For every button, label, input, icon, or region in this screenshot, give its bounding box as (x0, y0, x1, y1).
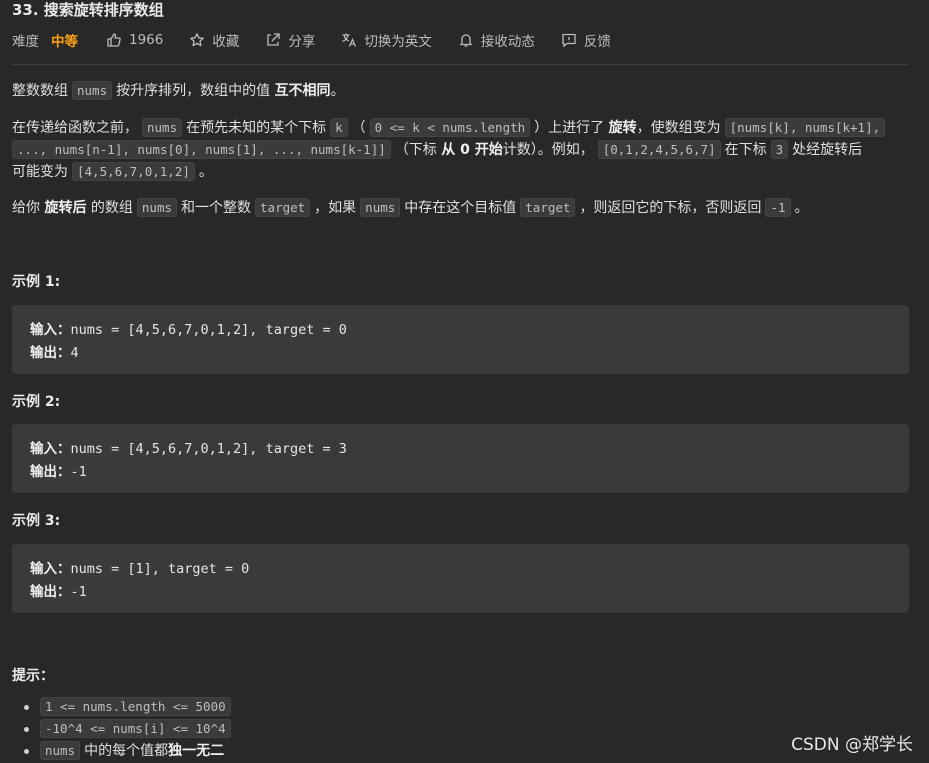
hint-item: nums 中的每个值都独一无二 (24, 740, 235, 762)
bell-icon (459, 34, 473, 47)
description-paragraph-2-line-2: ..., nums[n-1], nums[0], nums[1], ..., n… (12, 139, 862, 161)
example-output: 输出：-1 (30, 584, 87, 600)
feedback-label: 反馈 (583, 34, 611, 50)
collect-label: 收藏 (212, 34, 240, 50)
inline-code: ..., nums[n-1], nums[0], nums[1], ..., n… (12, 140, 391, 159)
example-input: 输入：nums = [1], target = 0 (30, 561, 250, 577)
inline-code: k (330, 118, 348, 137)
inline-code: target (520, 198, 576, 217)
notify-label: 接收动态 (480, 34, 535, 50)
like-count: 1966 (129, 32, 164, 48)
description-paragraph-3: 给你 旋转后 的数组 nums 和一个整数 target ，如果 nums 中存在这个目标值… (12, 198, 809, 217)
inline-code: 3 (770, 140, 789, 159)
example-2-block: 输入：nums = [4,5,6,7,0,1,2], target = 3 输出… (12, 424, 909, 493)
thumbs-up-icon (107, 33, 121, 47)
example-input: 输入：nums = [4,5,6,7,0,1,2], target = 0 (30, 322, 347, 338)
example-output: 输出：4 (30, 345, 79, 361)
example-1-block: 输入：nums = [4,5,6,7,0,1,2], target = 0 输出… (12, 305, 909, 374)
description-paragraph-2-line-1: 在传递给函数之前， nums 在预先未知的某个下标 k （0 <= k < nums.l… (12, 117, 889, 139)
inline-code: nums (142, 118, 183, 137)
share-button[interactable]: 分享 (265, 30, 315, 50)
hint-item: -10^4 <= nums[i] <= 10^4 (24, 718, 235, 740)
share-icon (267, 33, 281, 46)
feedback-button[interactable]: 反馈 (561, 30, 611, 50)
like-button[interactable]: 1966 (106, 32, 163, 48)
example-input: 输入：nums = [4,5,6,7,0,1,2], target = 3 (30, 441, 347, 457)
watermark: CSDN @郑学长 (791, 735, 913, 755)
example-3-block: 输入：nums = [1], target = 0 输出：-1 (12, 544, 909, 613)
example-output: 输出：-1 (30, 464, 87, 480)
translate-label: 切换为英文 (364, 34, 432, 50)
description-paragraph-2-line-3: 可能变为 [4,5,6,7,0,1,2]。 (12, 162, 213, 181)
inline-code: nums (40, 741, 81, 760)
collect-button[interactable]: 收藏 (189, 30, 239, 50)
description-paragraph-1: 整数数组 nums 按升序排列，数组中的值 互不相同。 (12, 81, 345, 100)
inline-code: target (255, 198, 311, 217)
problem-title: 33. 搜索旋转排序数组 (12, 1, 164, 19)
hint-item: 1 <= nums.length <= 5000 (24, 696, 235, 718)
example-1-heading: 示例 1: (12, 274, 61, 290)
problem-meta-bar: 难度 中等 1966 收藏 分享 切换为英文 接收动态 反馈 (12, 30, 637, 50)
star-icon (190, 33, 205, 47)
inline-code: 1 <= nums.length <= 5000 (40, 697, 231, 716)
inline-code: -1 (765, 198, 791, 217)
inline-code: [4,5,6,7,0,1,2] (72, 162, 195, 181)
inline-code: nums (360, 198, 401, 217)
notify-button[interactable]: 接收动态 (458, 30, 535, 50)
hints-list: 1 <= nums.length <= 5000 -10^4 <= nums[i… (12, 696, 235, 762)
inline-code: nums (72, 81, 113, 100)
inline-code: nums (136, 198, 178, 217)
difficulty-label: 难度 (12, 34, 39, 50)
inline-code: 0 <= k < nums.length (369, 118, 531, 137)
inline-code: [nums[k], nums[k+1], (724, 118, 886, 137)
inline-code: [0,1,2,4,5,6,7] (597, 140, 721, 159)
feedback-icon (562, 33, 576, 48)
divider (12, 64, 909, 65)
example-3-heading: 示例 3: (12, 513, 61, 529)
difficulty-value: 中等 (51, 34, 78, 50)
inline-code: -10^4 <= nums[i] <= 10^4 (40, 719, 231, 738)
translate-button[interactable]: 切换为英文 (341, 30, 432, 50)
share-label: 分享 (288, 34, 316, 50)
example-2-heading: 示例 2: (12, 394, 61, 410)
translate-icon (342, 33, 357, 47)
hints-heading: 提示： (12, 668, 54, 684)
